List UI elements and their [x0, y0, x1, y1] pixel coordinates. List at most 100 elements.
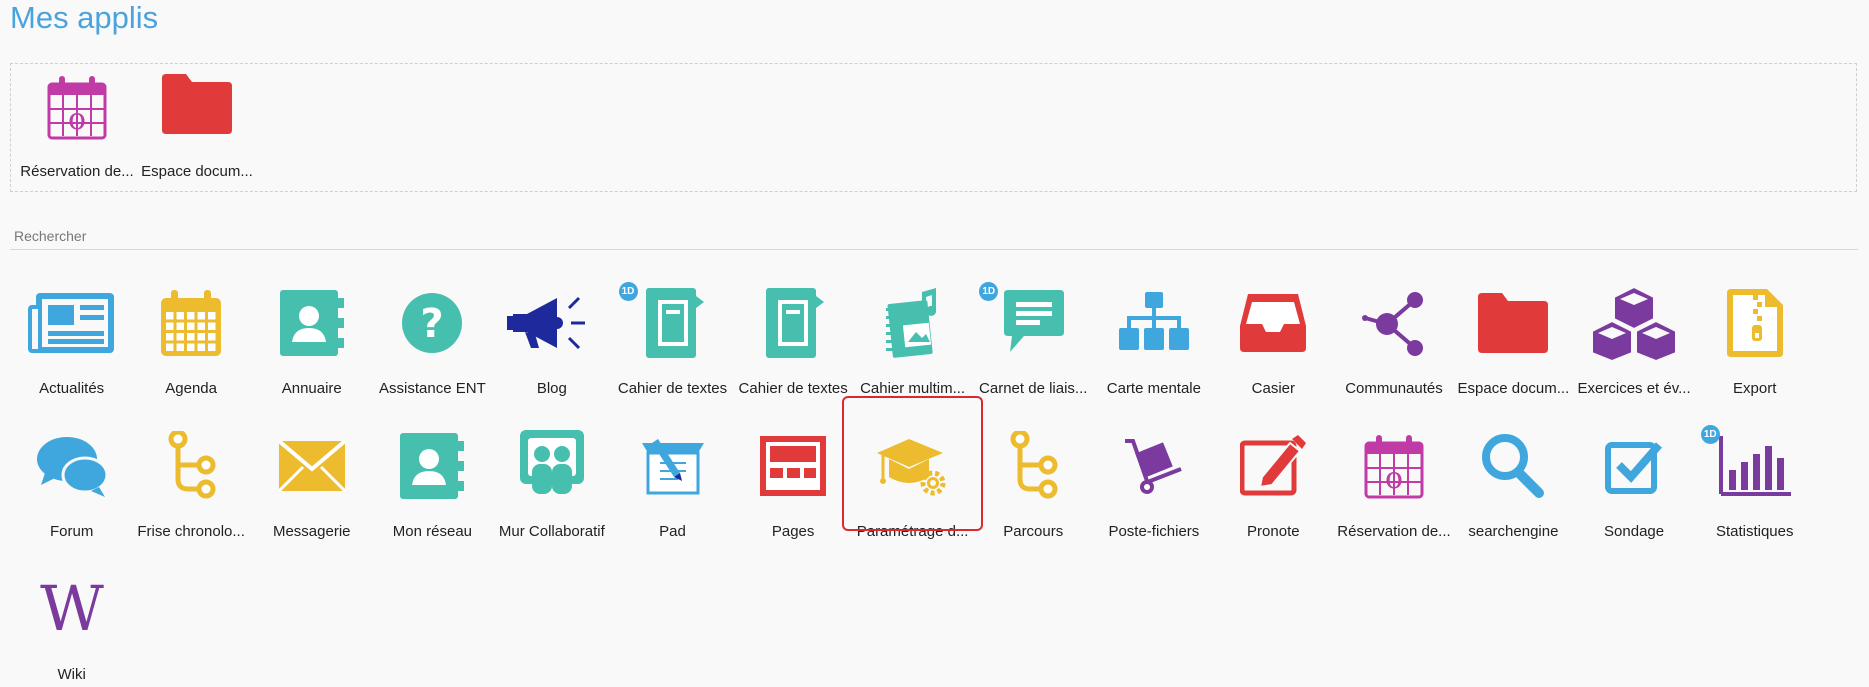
badge-1d: 1D [1700, 425, 1720, 445]
app-tile[interactable]: Parcours [973, 424, 1093, 544]
app-label: Carnet de liais... [979, 380, 1088, 398]
app-tile[interactable]: Blog [492, 281, 612, 401]
selection-highlight [842, 396, 983, 531]
app-label: Pad [659, 523, 686, 541]
wiki-w-icon: W [26, 569, 118, 649]
app-tile[interactable]: 1D Carnet de liais... [973, 281, 1093, 401]
app-tile[interactable]: Frise chronolo... [131, 424, 251, 544]
app-tile[interactable]: Casier [1213, 281, 1333, 401]
envelope-icon [266, 426, 358, 506]
search-input[interactable] [10, 226, 1858, 246]
calendar-reservation-icon: o [1348, 426, 1440, 506]
calendar-icon [145, 283, 237, 363]
app-tile[interactable]: Pad [613, 424, 733, 544]
app-label: Frise chronolo... [137, 523, 245, 541]
help-icon: ? [386, 283, 478, 363]
app-label: Cahier multim... [860, 380, 966, 398]
app-tile[interactable]: 1D Statistiques [1695, 424, 1815, 544]
app-tile[interactable]: Pages [733, 424, 853, 544]
app-tile[interactable]: o Réservation de... [1334, 424, 1454, 544]
share-nodes-icon [1348, 283, 1440, 363]
app-label: Forum [49, 523, 94, 541]
app-label: Parcours [1003, 523, 1064, 541]
folder-icon [162, 74, 232, 139]
app-tile[interactable]: 1D Cahier de textes [613, 281, 733, 401]
app-label: Annuaire [281, 380, 342, 398]
app-label: Casier [1251, 380, 1295, 398]
pages-layout-icon [747, 426, 839, 506]
app-label: Poste-fichiers [1108, 523, 1200, 541]
svg-text:o: o [68, 102, 86, 137]
newspaper-icon [26, 283, 118, 363]
contact-book-icon [266, 283, 358, 363]
svg-text:?: ? [421, 301, 444, 347]
magnifier-icon [1467, 426, 1559, 506]
app-label: Assistance ENT [379, 380, 486, 398]
favorite-app-tile[interactable]: Espace docum... [137, 70, 257, 185]
app-tile[interactable]: Espace docum... [1453, 281, 1573, 401]
app-tile[interactable]: Pronote [1213, 424, 1333, 544]
app-label: Sondage [1604, 523, 1665, 541]
app-tile[interactable]: Annuaire [252, 281, 372, 401]
app-label: Carte mentale [1106, 380, 1201, 398]
app-label: Cahier de textes [738, 380, 848, 398]
timeline-icon [987, 426, 1079, 506]
pad-pencil-icon [627, 426, 719, 506]
app-label: Réservation de... [1337, 523, 1451, 541]
svg-text:o: o [1385, 461, 1403, 496]
app-label: Messagerie [272, 523, 351, 541]
app-tile[interactable]: Forum [12, 424, 132, 544]
cubes-icon [1588, 283, 1680, 363]
app-label: Actualités [39, 380, 105, 398]
app-label: Cahier de textes [617, 380, 728, 398]
zip-file-icon [1709, 283, 1801, 363]
forum-bubbles-icon [26, 426, 118, 506]
app-tile[interactable]: Agenda [131, 281, 251, 401]
app-tile[interactable]: Sondage [1574, 424, 1694, 544]
multimedia-notebook-icon [867, 283, 959, 363]
notebook-icon [627, 283, 719, 363]
app-label: Pages [771, 523, 815, 541]
app-tile[interactable]: searchengine [1453, 424, 1573, 544]
bar-chart-icon [1709, 426, 1801, 506]
app-label: Communautés [1345, 380, 1443, 398]
app-tile[interactable]: Actualités [12, 281, 132, 401]
favorite-app-label: Réservation de... [20, 163, 134, 180]
app-tile[interactable]: Poste-fichiers [1094, 424, 1214, 544]
favorites-zone [10, 63, 1857, 192]
app-tile[interactable]: Cahier multim... [853, 281, 973, 401]
checkbox-icon [1588, 426, 1680, 506]
app-tile[interactable]: ? Assistance ENT [372, 281, 492, 401]
app-tile[interactable]: Messagerie [252, 424, 372, 544]
badge-1d: 1D [618, 282, 638, 302]
app-tile[interactable]: Mur Collaboratif [492, 424, 612, 544]
app-tile[interactable]: Carte mentale [1094, 281, 1214, 401]
app-tile[interactable]: Export [1695, 281, 1815, 401]
app-tile[interactable]: W Wiki [12, 567, 132, 687]
app-label: Pronote [1247, 523, 1300, 541]
inbox-tray-icon [1227, 283, 1319, 363]
app-tile[interactable]: Communautés [1334, 281, 1454, 401]
calendar-reservation-icon: o [47, 74, 107, 145]
collaborative-wall-icon [506, 426, 598, 506]
search-bar [10, 226, 1858, 250]
favorite-app-tile[interactable]: o Réservation de... [17, 70, 137, 185]
app-label: Statistiques [1715, 523, 1794, 541]
contact-book-icon [386, 426, 478, 506]
app-label: Espace docum... [1457, 380, 1570, 398]
megaphone-icon [506, 283, 598, 363]
folder-icon [1467, 283, 1559, 363]
edit-square-icon [1227, 426, 1319, 506]
app-label: Blog [536, 380, 567, 398]
app-label: Export [1733, 380, 1777, 398]
app-label: Exercices et év... [1577, 380, 1691, 398]
app-tile[interactable]: Cahier de textes [733, 281, 853, 401]
sitemap-icon [1108, 283, 1200, 363]
svg-text:W: W [40, 582, 104, 636]
app-label: Mon réseau [392, 523, 473, 541]
app-label: Mur Collaboratif [498, 523, 605, 541]
hand-truck-icon [1108, 426, 1200, 506]
app-label: Agenda [165, 380, 217, 398]
app-tile[interactable]: Exercices et év... [1574, 281, 1694, 401]
app-tile[interactable]: Mon réseau [372, 424, 492, 544]
